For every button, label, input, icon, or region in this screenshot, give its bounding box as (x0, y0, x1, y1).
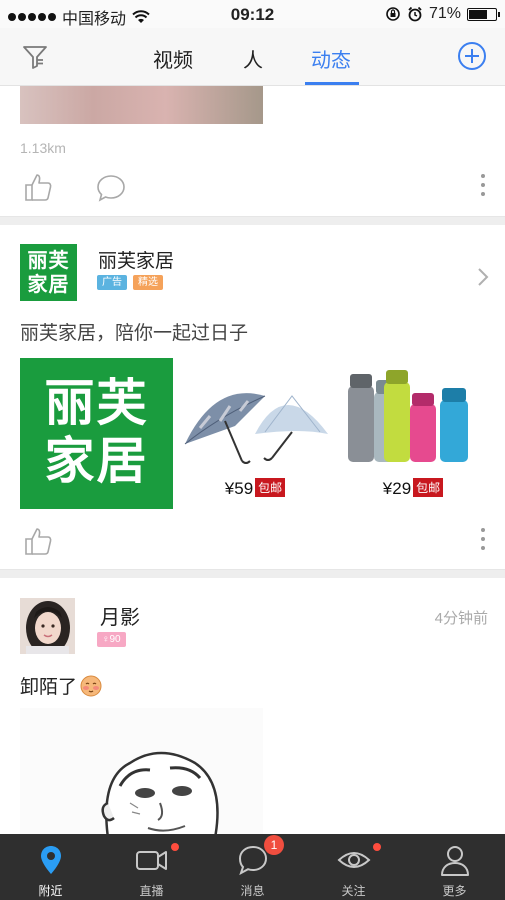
brand-image-text-line2: 家居 (44, 433, 149, 489)
ad-logo[interactable]: 丽芙 家居 (20, 244, 77, 301)
free-shipping-tag: 包邮 (413, 478, 444, 497)
logo-text-line1: 丽芙 (27, 250, 70, 272)
tab-label: 消息 (240, 884, 265, 898)
user-level-badge: ♀90 (97, 632, 126, 647)
status-bar: 中国移动 09:12 71% (0, 0, 505, 28)
battery-icon (467, 7, 500, 21)
tab-moments[interactable]: 动态 (311, 44, 351, 73)
more-options-icon[interactable] (480, 528, 486, 555)
bottom-tab-bar: 附近 直播 1 消息 关注 更多 (0, 834, 505, 900)
free-shipping-tag: 包邮 (255, 478, 286, 497)
filter-icon[interactable] (22, 45, 48, 69)
post-photo[interactable] (20, 86, 263, 124)
notification-dot (373, 843, 381, 851)
post-image[interactable] (20, 708, 263, 834)
battery-percent: 71% (428, 5, 461, 22)
active-tab-indicator (305, 82, 359, 85)
top-navigation: 视频 人 动态 (0, 28, 505, 86)
location-pin-icon (40, 846, 61, 874)
user-name[interactable]: 月影 (100, 601, 140, 630)
umbrella-product (184, 393, 328, 464)
post-actions (0, 168, 505, 208)
tab-label: 直播 (139, 884, 164, 898)
ad-badge: 广告 (97, 275, 127, 290)
ad-text: 丽芙家居，陪你一起过日子 (20, 323, 249, 344)
tab-label: 附近 (38, 884, 63, 898)
tab-following[interactable]: 关注 (303, 834, 404, 900)
ad-brand-image[interactable]: 丽芙 家居 (20, 358, 173, 509)
feed-list[interactable]: 1.13km 丽芙 家居 丽芙家居 广告 精选 丽芙家居，陪你一起过日子 丽芙 … (0, 86, 505, 834)
tab-more[interactable]: 更多 (404, 834, 505, 900)
notification-dot (171, 843, 179, 851)
chevron-right-icon[interactable] (477, 267, 489, 287)
water-bottle-product (348, 370, 468, 462)
post-timestamp: 4分钟前 (434, 610, 488, 627)
avatar-photo (20, 598, 75, 654)
product-card-bottles[interactable]: ¥29 包邮 (338, 366, 488, 506)
tab-messages[interactable]: 1 消息 (202, 834, 303, 900)
tab-label: 更多 (442, 884, 467, 898)
add-circle-icon[interactable] (457, 41, 487, 71)
product-card-umbrella[interactable]: ¥59 包邮 (180, 366, 330, 506)
featured-badge: 精选 (133, 275, 163, 290)
product-price-row: ¥59 包邮 (180, 478, 330, 499)
product-price: ¥29 (382, 479, 412, 498)
rotation-lock-icon (386, 7, 400, 21)
logo-text-line2: 家居 (27, 274, 70, 296)
post-distance: 1.13km (20, 140, 66, 156)
feed-separator (0, 569, 505, 578)
feed-separator (0, 216, 505, 225)
more-options-icon[interactable] (480, 174, 486, 201)
like-icon[interactable] (24, 526, 52, 556)
alarm-icon (408, 6, 422, 22)
like-icon[interactable] (24, 172, 52, 202)
comment-icon[interactable] (96, 174, 126, 202)
ad-brand-name[interactable]: 丽芙家居 (98, 246, 174, 273)
tab-video[interactable]: 视频 (153, 44, 193, 73)
blush-emoji-icon (80, 675, 102, 696)
product-price: ¥59 (224, 479, 254, 498)
eye-icon (337, 852, 370, 868)
status-right: 71% (385, 5, 500, 23)
tab-nearby[interactable]: 附近 (0, 834, 101, 900)
meme-face-image (101, 751, 219, 834)
unread-count-badge: 1 (264, 835, 284, 855)
post-text-content: 卸陌了 (20, 677, 78, 698)
avatar[interactable] (20, 598, 75, 654)
product-price-row: ¥29 包邮 (338, 478, 488, 499)
tab-people[interactable]: 人 (243, 44, 263, 73)
tab-label: 关注 (341, 884, 366, 898)
video-camera-icon (135, 851, 167, 870)
post-text: 卸陌了 (20, 672, 103, 699)
ad-actions (0, 522, 505, 562)
brand-image-text-line1: 丽芙 (44, 375, 149, 431)
person-icon (440, 846, 469, 876)
tab-live[interactable]: 直播 (101, 834, 202, 900)
